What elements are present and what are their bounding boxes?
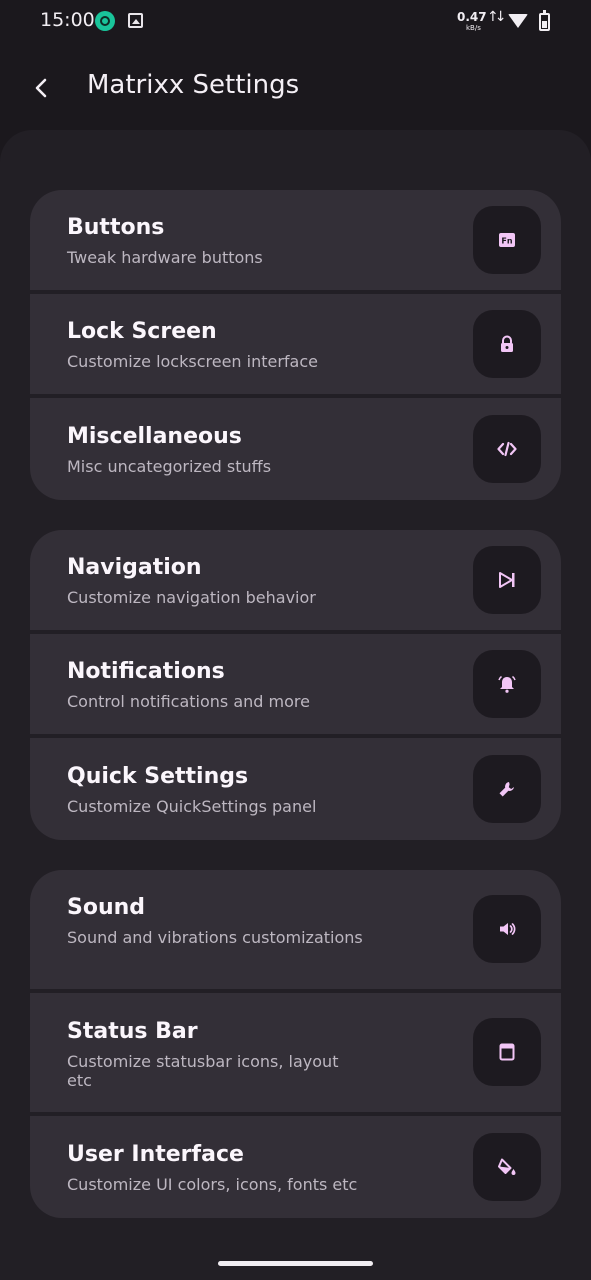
setting-title: Quick Settings [67, 764, 249, 789]
setting-subtitle: Tweak hardware buttons [67, 248, 263, 267]
setting-buttons[interactable]: Buttons Tweak hardware buttons Fn [30, 190, 561, 290]
code-icon [473, 415, 541, 483]
speaker-icon [473, 895, 541, 963]
setting-lock-screen[interactable]: Lock Screen Customize lockscreen interfa… [30, 294, 561, 394]
fn-key-icon: Fn [473, 206, 541, 274]
setting-subtitle: Customize statusbar icons, layout etc [67, 1052, 339, 1090]
page-title: Matrixx Settings [87, 70, 300, 100]
paint-bucket-icon [473, 1133, 541, 1201]
setting-subtitle: Control notifications and more [67, 692, 310, 711]
setting-subtitle: Customize lockscreen interface [67, 352, 318, 371]
network-speed: 0.47 [457, 10, 487, 24]
navigation-icon [473, 546, 541, 614]
setting-title: Lock Screen [67, 319, 217, 344]
gallery-icon [128, 13, 143, 28]
wifi-icon [508, 14, 528, 28]
setting-miscellaneous[interactable]: Miscellaneous Misc uncategorized stuffs [30, 398, 561, 500]
setting-subtitle: Customize UI colors, icons, fonts etc [67, 1175, 358, 1194]
setting-title: Navigation [67, 555, 202, 580]
setting-quick-settings[interactable]: Quick Settings Customize QuickSettings p… [30, 738, 561, 840]
setting-subtitle: Sound and vibrations customizations [67, 928, 363, 947]
status-time: 15:00 [40, 9, 95, 31]
setting-title: Miscellaneous [67, 424, 242, 449]
app-bar: Matrixx Settings [0, 60, 591, 120]
setting-title: Buttons [67, 215, 165, 240]
setting-title: Status Bar [67, 1019, 198, 1044]
back-arrow-icon[interactable] [30, 76, 54, 100]
status-bar: 15:00 0.47 kB/s ↑↓ [0, 0, 591, 44]
setting-title: Sound [67, 895, 146, 920]
settings-group-2: Navigation Customize navigation behavior… [30, 530, 561, 840]
setting-subtitle: Misc uncategorized stuffs [67, 457, 272, 476]
bell-icon [473, 650, 541, 718]
gesture-navigation-handle[interactable] [218, 1261, 373, 1266]
setting-sound[interactable]: Sound Sound and vibrations customization… [30, 870, 561, 989]
wrench-icon [473, 755, 541, 823]
setting-subtitle: Customize navigation behavior [67, 588, 316, 607]
app-notification-icon [95, 11, 115, 31]
setting-title: User Interface [67, 1142, 244, 1167]
setting-status-bar[interactable]: Status Bar Customize statusbar icons, la… [30, 993, 561, 1112]
network-speed-unit: kB/s [466, 24, 481, 32]
setting-navigation[interactable]: Navigation Customize navigation behavior [30, 530, 561, 630]
setting-title: Notifications [67, 659, 225, 684]
setting-user-interface[interactable]: User Interface Customize UI colors, icon… [30, 1116, 561, 1218]
settings-group-1: Buttons Tweak hardware buttons Fn Lock S… [30, 190, 561, 500]
lock-icon [473, 310, 541, 378]
settings-group-3: Sound Sound and vibrations customization… [30, 870, 561, 1218]
setting-notifications[interactable]: Notifications Control notifications and … [30, 634, 561, 734]
status-bar-icon [473, 1018, 541, 1086]
traffic-arrows-icon: ↑↓ [487, 9, 507, 25]
battery-icon [539, 10, 550, 31]
svg-text:Fn: Fn [501, 237, 512, 246]
setting-subtitle: Customize QuickSettings panel [67, 797, 317, 816]
